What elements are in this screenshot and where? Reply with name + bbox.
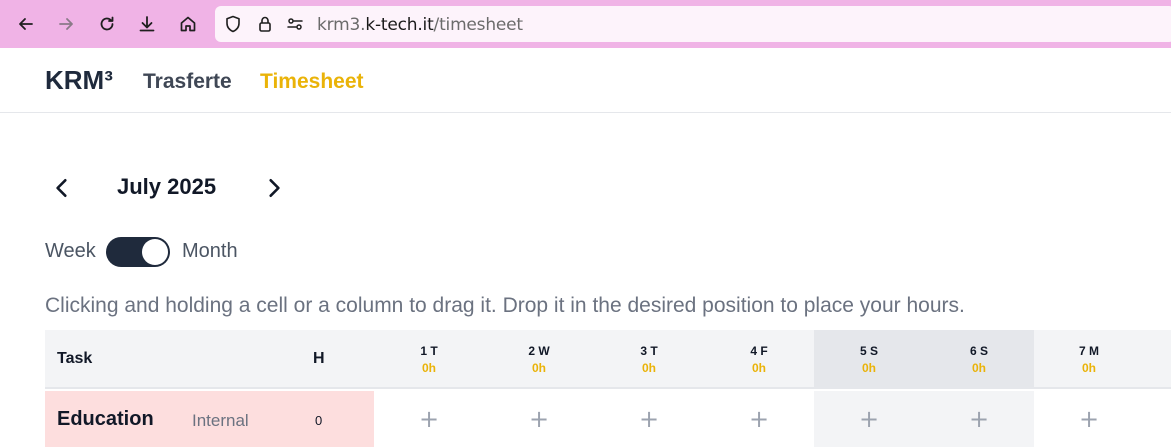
task-name: Education [57, 408, 154, 430]
day-label: 5 S [859, 344, 878, 358]
day-column-7[interactable]: 7 M 0h [1034, 330, 1144, 387]
url-path: /timesheet [433, 15, 524, 35]
chevron-left-icon[interactable] [48, 174, 76, 202]
day-column-5[interactable]: 5 S 0h [814, 330, 924, 387]
plus-icon: + [968, 405, 990, 433]
day-column-4[interactable]: 4 F 0h [704, 330, 814, 387]
plus-icon: + [528, 405, 550, 433]
day-label: 6 S [969, 344, 988, 358]
plus-icon: + [418, 405, 440, 433]
url-prefix: krm3. [317, 15, 366, 35]
nav-link-timesheet[interactable]: Timesheet [260, 70, 364, 94]
day-hours: 0h [971, 361, 986, 375]
day-label: 7 M [1078, 344, 1099, 358]
url-text[interactable]: krm3.k-tech.it/timesheet [317, 15, 523, 35]
day-label: 3 T [640, 344, 658, 358]
permissions-icon[interactable] [285, 14, 305, 34]
home-icon[interactable] [172, 8, 204, 40]
download-icon[interactable] [131, 8, 163, 40]
add-hours-cell[interactable]: + [704, 391, 814, 447]
toggle-label-week: Week [45, 240, 96, 262]
plus-icon: + [1078, 405, 1100, 433]
column-header-task: Task [57, 350, 93, 367]
add-hours-cell[interactable]: + [484, 391, 594, 447]
toggle-label-month: Month [182, 240, 238, 262]
task-total-hours: 0 [315, 413, 323, 428]
chevron-right-icon[interactable] [260, 174, 288, 202]
day-column-2[interactable]: 2 W 0h [484, 330, 594, 387]
add-hours-cell[interactable]: + [594, 391, 704, 447]
task-type: Internal [192, 411, 249, 430]
lock-icon[interactable] [255, 14, 275, 34]
week-month-toggle[interactable] [106, 237, 170, 267]
day-column-3[interactable]: 3 T 0h [594, 330, 704, 387]
add-hours-cell[interactable]: + [1034, 391, 1144, 447]
table-row: Education Internal 0 + + + + + + + [45, 391, 1171, 447]
column-header-hours: H [313, 350, 325, 367]
url-bar[interactable]: krm3.k-tech.it/timesheet [215, 6, 1171, 42]
nav-link-trasferte[interactable]: Trasferte [143, 70, 232, 94]
url-host: k-tech.it [365, 15, 434, 35]
add-hours-cell[interactable]: + [374, 391, 484, 447]
add-hours-cell[interactable]: + [814, 391, 924, 447]
day-hours: 0h [641, 361, 656, 375]
day-label: 2 W [528, 344, 550, 358]
app-header: KRM³ Trasferte Timesheet [0, 48, 1171, 113]
day-hours: 0h [751, 361, 766, 375]
table-header: Task H 1 T 0h 2 W 0h 3 T 0h 4 F 0h 5 S 0… [45, 330, 1171, 389]
task-cell[interactable]: Education Internal 0 [45, 391, 374, 447]
plus-icon: + [638, 405, 660, 433]
day-hours: 0h [421, 361, 436, 375]
shield-icon[interactable] [223, 14, 243, 34]
day-hours: 0h [1081, 361, 1096, 375]
reload-icon[interactable] [91, 8, 123, 40]
day-hours: 0h [531, 361, 546, 375]
day-column-6[interactable]: 6 S 0h [924, 330, 1034, 387]
forward-arrow-icon[interactable] [50, 8, 82, 40]
month-title: July 2025 [117, 174, 217, 199]
day-hours: 0h [861, 361, 876, 375]
day-label: 4 F [750, 344, 768, 358]
back-arrow-icon[interactable] [10, 8, 42, 40]
add-hours-cell[interactable]: + [924, 391, 1034, 447]
browser-toolbar: krm3.k-tech.it/timesheet [0, 0, 1171, 48]
instruction-text: Clicking and holding a cell or a column … [45, 294, 965, 317]
plus-icon: + [858, 405, 880, 433]
brand-logo[interactable]: KRM³ [45, 65, 113, 96]
plus-icon: + [748, 405, 770, 433]
day-label: 1 T [420, 344, 438, 358]
day-column-1[interactable]: 1 T 0h [374, 330, 484, 387]
toggle-knob[interactable] [142, 239, 168, 265]
